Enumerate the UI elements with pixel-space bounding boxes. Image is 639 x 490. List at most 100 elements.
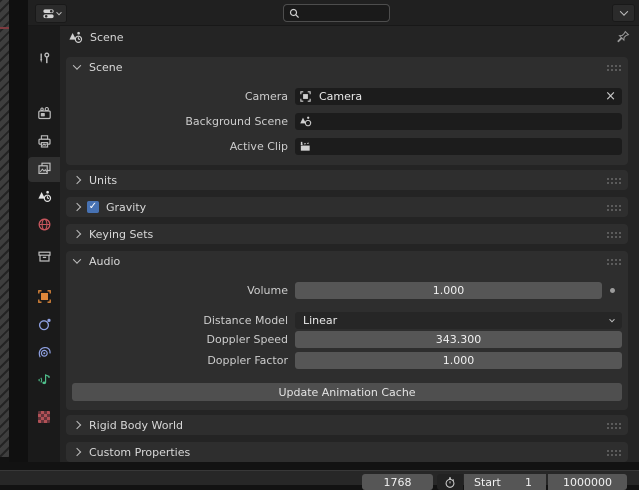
- panel-custom-properties-header[interactable]: Custom Properties: [66, 442, 628, 462]
- volume-slider[interactable]: 1.000: [295, 282, 602, 299]
- editor-separator[interactable]: [0, 462, 639, 470]
- doppler-factor-row: Doppler Factor 1.000: [66, 352, 622, 369]
- active-clip-label: Active Clip: [66, 140, 295, 153]
- scene-icon: [68, 30, 83, 45]
- tab-output[interactable]: [28, 128, 60, 154]
- clip-icon: [295, 140, 312, 153]
- panel-title: Gravity: [106, 201, 146, 214]
- volume-label: Volume: [66, 284, 295, 297]
- panel-title: Custom Properties: [89, 446, 190, 459]
- gravity-checkbox[interactable]: ✓: [87, 201, 99, 213]
- object-icon: [37, 289, 52, 304]
- tab-texture[interactable]: [28, 404, 60, 430]
- collection-icon: [37, 249, 52, 264]
- panel-title: Audio: [89, 255, 120, 268]
- doppler-speed-label: Doppler Speed: [66, 333, 295, 346]
- panel-rigid-body-world-header[interactable]: Rigid Body World: [66, 415, 628, 435]
- chevron-down-icon: [73, 61, 81, 69]
- panel-audio: Audio Volume 1.000 Distance Model Linear…: [66, 251, 628, 410]
- doppler-speed-row: Doppler Speed 343.300: [66, 331, 622, 348]
- panel-grip-handle[interactable]: [606, 258, 621, 265]
- scene-icon: [37, 189, 52, 204]
- render-icon: [37, 106, 52, 121]
- editor-gap: [9, 0, 28, 462]
- panel-grip-handle[interactable]: [606, 231, 621, 238]
- world-icon: [37, 217, 52, 232]
- panel-grip-handle[interactable]: [606, 177, 621, 184]
- current-frame-field[interactable]: 1768: [362, 474, 433, 490]
- view-layer-icon: [37, 161, 52, 176]
- editor-type-button[interactable]: [35, 4, 67, 23]
- distance-model-dropdown[interactable]: Linear: [295, 312, 622, 329]
- constraints-icon: [37, 345, 52, 360]
- panel-title: Rigid Body World: [89, 419, 183, 432]
- active-clip-row: Active Clip: [66, 138, 622, 155]
- clear-camera-button[interactable]: ×: [599, 90, 622, 103]
- chevron-right-icon: [73, 176, 81, 184]
- neighbor-editor-edge: [0, 0, 9, 457]
- search-icon: [289, 8, 300, 19]
- search-input[interactable]: [304, 7, 384, 20]
- panel-grip-handle[interactable]: [606, 449, 621, 456]
- distance-model-row: Distance Model Linear: [66, 312, 622, 329]
- panel-audio-header[interactable]: Audio: [66, 251, 628, 271]
- frame-end-field[interactable]: 1000000: [548, 474, 627, 490]
- tab-sound-data[interactable]: [28, 366, 60, 392]
- scene-icon: [295, 115, 312, 128]
- camera-label: Camera: [66, 90, 295, 103]
- chevron-right-icon: [73, 203, 81, 211]
- tab-object[interactable]: [28, 283, 60, 309]
- tab-constraints[interactable]: [28, 339, 60, 365]
- doppler-speed-field[interactable]: 343.300: [295, 331, 622, 348]
- physics-icon: [37, 317, 52, 332]
- doppler-factor-label: Doppler Factor: [66, 354, 295, 367]
- panel-units-header[interactable]: Units: [66, 170, 628, 190]
- panel-units: Units: [66, 170, 628, 190]
- timeline-header-bar: 1768 Start 1 1000000: [0, 470, 639, 485]
- update-animation-cache-button[interactable]: Update Animation Cache: [72, 383, 622, 401]
- tab-render[interactable]: [28, 100, 60, 126]
- tab-view-layer[interactable]: [28, 155, 60, 181]
- panel-gravity: ✓ Gravity: [66, 197, 628, 217]
- frame-start-field[interactable]: Start 1: [464, 474, 546, 490]
- tab-physics[interactable]: [28, 311, 60, 337]
- background-scene-field[interactable]: [295, 113, 622, 130]
- camera-value: Camera: [312, 90, 362, 103]
- panel-title: Keying Sets: [89, 228, 153, 241]
- camera-row: Camera Camera ×: [66, 88, 622, 105]
- animate-decorator-dot[interactable]: [610, 288, 615, 293]
- search-field[interactable]: [283, 4, 390, 22]
- chevron-right-icon: [73, 230, 81, 238]
- header-options-button[interactable]: [612, 4, 635, 22]
- properties-header: [28, 0, 639, 26]
- tab-world[interactable]: [28, 211, 60, 237]
- output-icon: [37, 134, 52, 149]
- panel-gravity-header[interactable]: ✓ Gravity: [66, 197, 628, 217]
- chevron-down-icon: [619, 7, 627, 15]
- tab-scene[interactable]: [28, 183, 60, 209]
- doppler-factor-field[interactable]: 1.000: [295, 352, 622, 369]
- volume-row: Volume 1.000: [66, 282, 622, 299]
- tab-collection[interactable]: [28, 243, 60, 269]
- panel-custom-properties: Custom Properties: [66, 442, 628, 462]
- background-scene-label: Background Scene: [66, 115, 295, 128]
- chevron-right-icon: [73, 421, 81, 429]
- camera-field[interactable]: Camera ×: [295, 88, 622, 105]
- sound-data-icon: [37, 372, 52, 387]
- panel-scene-header[interactable]: Scene: [66, 57, 628, 77]
- panel-grip-handle[interactable]: [606, 204, 621, 211]
- properties-tab-strip: [28, 26, 60, 462]
- background-scene-row: Background Scene: [66, 113, 622, 130]
- preview-range-toggle[interactable]: [437, 474, 463, 490]
- panel-grip-handle[interactable]: [606, 64, 621, 71]
- volume-value: 1.000: [433, 284, 465, 297]
- active-clip-field[interactable]: [295, 138, 622, 155]
- chevron-right-icon: [73, 448, 81, 456]
- pin-icon: [615, 29, 631, 45]
- tab-tool[interactable]: [28, 45, 60, 71]
- panel-grip-handle[interactable]: [606, 422, 621, 429]
- breadcrumb[interactable]: Scene: [68, 28, 124, 46]
- panel-keying-sets-header[interactable]: Keying Sets: [66, 224, 628, 244]
- panel-keying-sets: Keying Sets: [66, 224, 628, 244]
- pin-button[interactable]: [613, 28, 633, 46]
